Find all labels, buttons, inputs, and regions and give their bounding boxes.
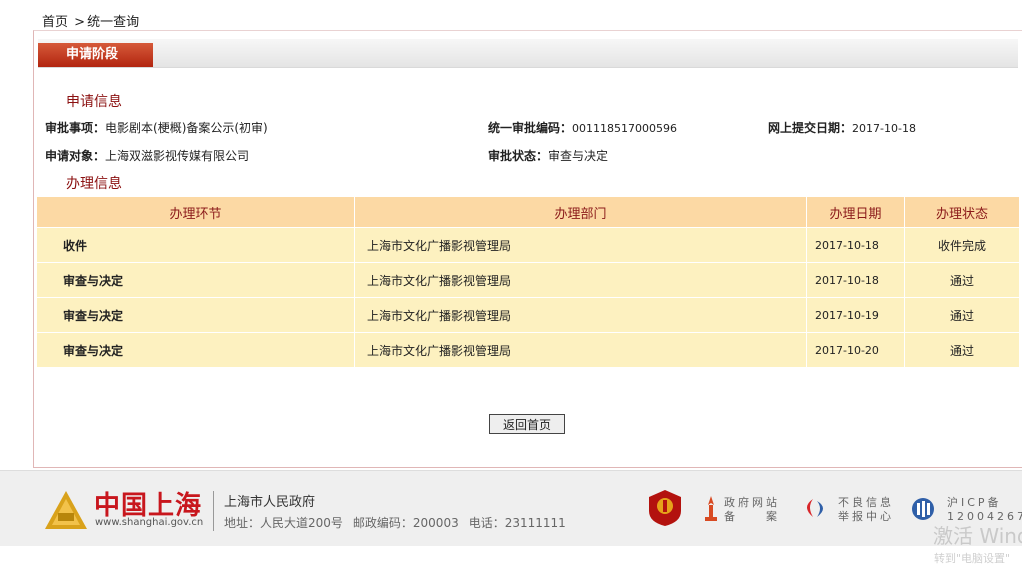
col-header-date: 办理日期 xyxy=(806,196,905,228)
back-to-home-button[interactable]: 返回首页 xyxy=(489,414,565,434)
gov-postcode: 邮政编码：200003 xyxy=(352,516,459,530)
icp-filing-icon[interactable] xyxy=(911,497,935,521)
cell-status: 通过 xyxy=(904,262,1020,298)
icp-filing-line1: 沪ICP备 xyxy=(947,496,1002,509)
breadcrumb-home-link[interactable]: 首页 xyxy=(42,15,68,30)
cell-status: 收件完成 xyxy=(904,227,1020,263)
col-header-step: 办理环节 xyxy=(36,196,355,228)
col-header-department: 办理部门 xyxy=(354,196,807,228)
submit-date-value: 2017-10-18 xyxy=(852,122,916,135)
report-center-line2: 举报中心 xyxy=(838,510,894,523)
approval-status-label: 审批状态： xyxy=(488,149,549,163)
site-logo-url[interactable]: www.shanghai.gov.cn xyxy=(95,517,203,528)
cell-date: 2017-10-18 xyxy=(806,262,905,298)
approval-code-value: 001118517000596 xyxy=(572,122,677,135)
cell-department: 上海市文化广播影视管理局 xyxy=(354,262,807,298)
report-center-line1: 不良信息 xyxy=(838,496,894,509)
cell-department: 上海市文化广播影视管理局 xyxy=(354,297,807,333)
gov-site-filing-line1: 政府网站 xyxy=(724,496,780,509)
section-title-apply-info: 申请信息 xyxy=(66,94,122,110)
gov-site-filing-text[interactable]: 政府网站 备 案 xyxy=(724,496,780,524)
cell-status: 通过 xyxy=(904,332,1020,368)
applicant-value: 上海双滋影视传媒有限公司 xyxy=(105,149,250,163)
cell-department: 上海市文化广播影视管理局 xyxy=(354,227,807,263)
cell-step: 审查与决定 xyxy=(36,332,355,368)
cell-date: 2017-10-20 xyxy=(806,332,905,368)
section-title-process-info: 办理信息 xyxy=(66,176,122,192)
breadcrumb-current: 统一查询 xyxy=(87,15,140,30)
approval-code-label: 统一审批编码： xyxy=(488,121,573,135)
table-row: 审查与决定 上海市文化广播影视管理局 2017-10-18 通过 xyxy=(36,262,1020,298)
gov-site-filing-icon[interactable] xyxy=(703,495,719,523)
footer-divider xyxy=(213,491,214,531)
breadcrumb-separator: > xyxy=(74,15,86,30)
cell-date: 2017-10-19 xyxy=(806,297,905,333)
windows-activation-watermark-sub: 转到"电脑设置" xyxy=(934,552,1011,565)
cell-status: 通过 xyxy=(904,297,1020,333)
breadcrumb: 首页 > 统一查询 xyxy=(42,11,141,30)
approval-item-label: 审批事项： xyxy=(45,121,106,135)
submit-date: 网上提交日期：2017-10-18 xyxy=(768,119,916,136)
gov-identification-badge-icon[interactable] xyxy=(648,489,682,527)
approval-item: 审批事项：电影剧本(梗概)备案公示(初审) xyxy=(45,119,268,136)
footer: 中国上海 www.shanghai.gov.cn 上海市人民政府 地址：人民大道… xyxy=(0,470,1022,546)
approval-status: 审批状态：审查与决定 xyxy=(488,147,608,164)
gov-name: 上海市人民政府 xyxy=(224,495,316,510)
process-table: 办理环节 办理部门 办理日期 办理状态 收件 上海市文化广播影视管理局 2017… xyxy=(36,196,1020,368)
applicant-label: 申请对象： xyxy=(45,149,106,163)
report-center-text[interactable]: 不良信息 举报中心 xyxy=(838,496,894,524)
windows-activation-watermark: 激活 Wind xyxy=(933,524,1022,548)
cell-step: 审查与决定 xyxy=(36,262,355,298)
submit-date-label: 网上提交日期： xyxy=(768,121,853,135)
cell-date: 2017-10-18 xyxy=(806,227,905,263)
table-row: 收件 上海市文化广播影视管理局 2017-10-18 收件完成 xyxy=(36,227,1020,263)
stage-tab-bar: 申请阶段 xyxy=(38,39,1018,68)
table-header-row: 办理环节 办理部门 办理日期 办理状态 xyxy=(36,196,1020,228)
main-panel: 申请阶段 申请信息 审批事项：电影剧本(梗概)备案公示(初审) 统一审批编码：0… xyxy=(33,30,1022,468)
cell-department: 上海市文化广播影视管理局 xyxy=(354,332,807,368)
gov-site-filing-line2: 备 案 xyxy=(724,510,780,523)
applicant: 申请对象：上海双滋影视传媒有限公司 xyxy=(45,147,249,164)
gov-contact: 地址：人民大道200号 邮政编码：200003 电话：23111111 xyxy=(224,514,576,531)
cell-step: 收件 xyxy=(36,227,355,263)
approval-status-value: 审查与决定 xyxy=(548,149,609,163)
gov-address: 地址：人民大道200号 xyxy=(224,516,343,530)
approval-item-value: 电影剧本(梗概)备案公示(初审) xyxy=(105,121,268,135)
approval-code: 统一审批编码：001118517000596 xyxy=(488,119,677,136)
table-row: 审查与决定 上海市文化广播影视管理局 2017-10-20 通过 xyxy=(36,332,1020,368)
report-center-icon[interactable] xyxy=(799,497,829,519)
cell-step: 审查与决定 xyxy=(36,297,355,333)
tab-apply-stage[interactable]: 申请阶段 xyxy=(38,43,153,67)
table-row: 审查与决定 上海市文化广播影视管理局 2017-10-19 通过 xyxy=(36,297,1020,333)
col-header-status: 办理状态 xyxy=(904,196,1020,228)
shanghai-emblem-icon[interactable] xyxy=(43,489,89,531)
gov-phone: 电话：23111111 xyxy=(468,516,566,530)
